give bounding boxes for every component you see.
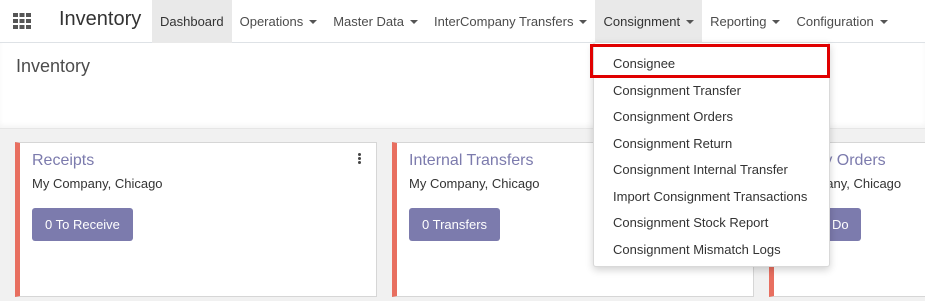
menu-configuration-label: Configuration: [796, 14, 874, 29]
caret-down-icon: [879, 19, 888, 24]
menu-dashboard[interactable]: Dashboard: [152, 0, 232, 43]
menu-reporting[interactable]: Reporting: [702, 0, 788, 43]
menu-dashboard-label: Dashboard: [160, 14, 224, 29]
top-navbar: Inventory Dashboard Operations Master Da…: [0, 0, 925, 43]
caret-down-icon: [410, 19, 419, 24]
menu-consignment[interactable]: Consignment: [595, 0, 703, 43]
menu-operations-label: Operations: [239, 14, 304, 29]
caret-down-icon: [309, 19, 318, 24]
menu-item-consignment-return[interactable]: Consignment Return: [594, 130, 829, 156]
transfers-button[interactable]: 0 Transfers: [409, 208, 501, 241]
menu-intercompany-transfers-label: InterCompany Transfers: [434, 14, 574, 29]
menu-item-consignment-orders[interactable]: Consignment Orders: [594, 103, 829, 129]
menu-operations[interactable]: Operations: [232, 0, 326, 43]
kebab-menu-icon[interactable]: [358, 153, 362, 165]
menu-reporting-label: Reporting: [710, 14, 767, 29]
app-title[interactable]: Inventory: [59, 8, 141, 31]
menu-master-data-label: Master Data: [333, 14, 405, 29]
apps-grid-icon[interactable]: [12, 12, 32, 30]
menu-item-consignment-mismatch-logs[interactable]: Consignment Mismatch Logs: [594, 236, 829, 262]
to-receive-button[interactable]: 0 To Receive: [32, 208, 133, 241]
menu-configuration[interactable]: Configuration: [788, 0, 895, 43]
caret-down-icon: [579, 19, 588, 24]
menu-item-consignment-stock-report[interactable]: Consignment Stock Report: [594, 209, 829, 235]
card-title[interactable]: Receipts: [32, 152, 94, 170]
main-menu: Dashboard Operations Master Data InterCo…: [152, 0, 896, 43]
caret-down-icon: [772, 19, 781, 24]
card-company: My Company, Chicago: [409, 176, 540, 191]
menu-master-data[interactable]: Master Data: [325, 0, 426, 43]
menu-item-consignee[interactable]: Consignee: [594, 50, 829, 76]
menu-item-consignment-transfer[interactable]: Consignment Transfer: [594, 77, 829, 103]
menu-intercompany-transfers[interactable]: InterCompany Transfers: [426, 0, 595, 43]
card-company: pany, Chicago: [819, 176, 902, 191]
breadcrumb: Inventory: [16, 56, 91, 76]
menu-item-consignment-internal-transfer[interactable]: Consignment Internal Transfer: [594, 156, 829, 182]
kanban-card-receipts: Receipts My Company, Chicago 0 To Receiv…: [15, 142, 377, 297]
card-company: My Company, Chicago: [32, 176, 163, 191]
caret-down-icon: [686, 19, 695, 24]
card-title[interactable]: Internal Transfers: [409, 152, 534, 170]
consignment-dropdown: Consignee Consignment Transfer Consignme…: [593, 42, 830, 267]
menu-consignment-label: Consignment: [603, 14, 681, 29]
menu-item-import-consignment-transactions[interactable]: Import Consignment Transactions: [594, 183, 829, 209]
